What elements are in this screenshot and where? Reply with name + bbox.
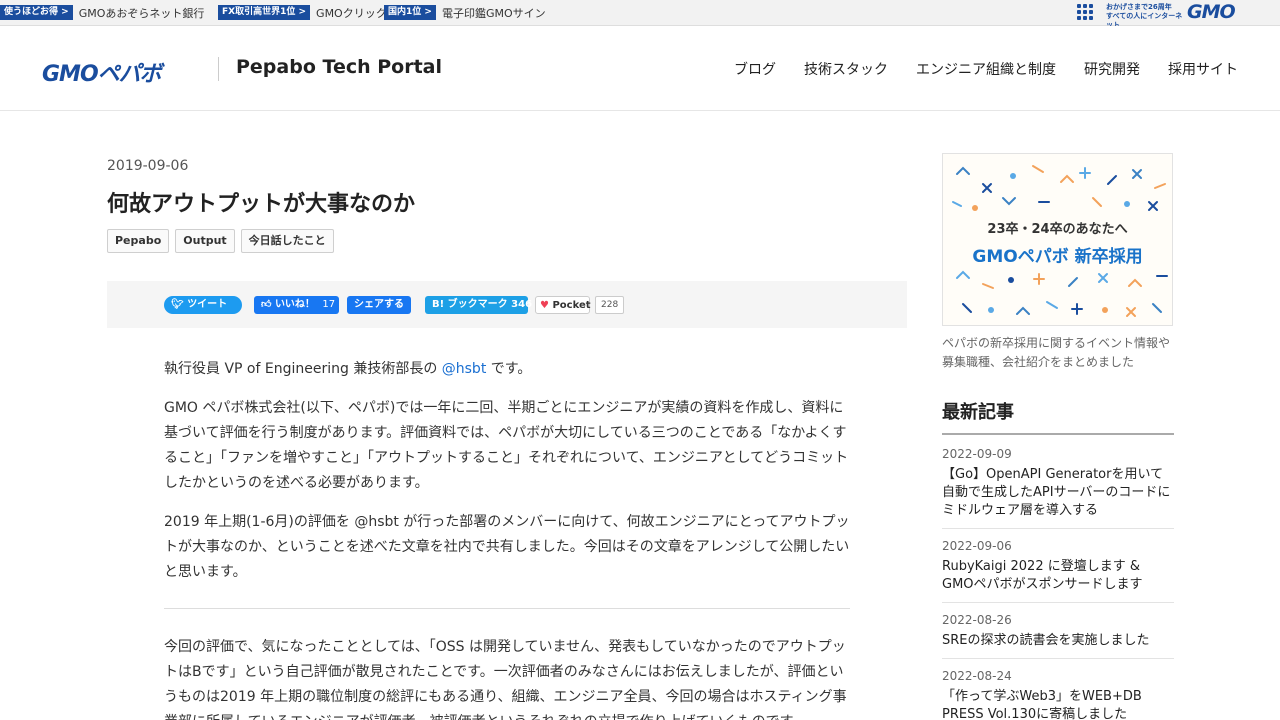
promo-tag: 国内1位 (384, 5, 436, 20)
latest-item-title[interactable]: RubyKaigi 2022 に登壇します & GMOペパボがスポンサードします (942, 558, 1174, 594)
nav-recruit[interactable]: 採用サイト (1168, 59, 1238, 79)
nav-research[interactable]: 研究開発 (1084, 59, 1140, 79)
facebook-like-button[interactable]: 👍︎ いいね！ 17 (254, 296, 339, 314)
pocket-label: Pocket (552, 300, 591, 311)
banner-caption[interactable]: ペパボの新卒採用に関するイベント情報や募集職種、会社紹介をまとめました (942, 334, 1174, 372)
hatena-bookmark-button[interactable]: B! ブックマーク 346 (425, 296, 532, 314)
tag-output[interactable]: Output (175, 229, 235, 253)
tweet-button[interactable]: 🐦︎ ツイート (164, 296, 242, 314)
latest-articles-list: 2022-09-09 【Go】OpenAPI Generatorを用いて自動で生… (942, 437, 1174, 720)
pocket-icon: ♥ (540, 300, 549, 311)
promo-tag: FX取引高世界1位 (218, 5, 311, 20)
logo-divider (218, 57, 219, 81)
thumbs-up-icon: 👍︎ (261, 299, 275, 310)
list-item[interactable]: 2022-09-09 【Go】OpenAPI Generatorを用いて自動で生… (942, 437, 1174, 529)
nav-engineering-org[interactable]: エンジニア組織と制度 (916, 59, 1056, 79)
body-paragraph-2: GMO ペパボ株式会社(以下、ペパボ)では一年に二回、半期ごとにエンジニアが実績… (164, 400, 849, 491)
anniversary-line1: おかげさまで26周年 (1106, 3, 1172, 11)
hatena-count: 346 (511, 299, 533, 310)
promo-name[interactable]: GMOあおぞらネット銀行 (79, 5, 205, 21)
latest-item-title[interactable]: 【Go】OpenAPI Generatorを用いて自動で生成したAPIサーバーの… (942, 466, 1174, 520)
gmo-group-bar: 使うほどお得 GMOあおぞらネット銀行 FX取引高世界1位 GMOクリック証券 … (0, 0, 1280, 29)
pocket-count: 228 (595, 296, 625, 314)
banner-pattern (952, 165, 1168, 317)
hatena-label: B! ブックマーク (432, 299, 508, 310)
article-date: 2019-09-06 (107, 158, 189, 174)
share-bar: 🐦︎ ツイート 👍︎ いいね！ 17 シェアする B! ブックマーク 346 ♥… (107, 281, 907, 328)
promo-tag: 使うほどお得 (0, 5, 73, 20)
like-label: いいね！ (274, 299, 315, 310)
body-paragraph-3: 2019 年上期(1-6月)の評価を @hsbt が行った部署のメンバーに向けて… (164, 514, 850, 580)
like-count: 17 (322, 299, 336, 310)
twitter-bird-icon: 🐦︎ (171, 299, 188, 310)
latest-item-title[interactable]: SREの探求の読書会を実施しました (942, 632, 1174, 650)
pepabo-logo[interactable]: GMOペパボ (42, 56, 162, 88)
portal-title[interactable]: Pepabo Tech Portal (236, 56, 442, 78)
promo-click-securities[interactable]: FX取引高世界1位 GMOクリック証券 (218, 5, 409, 20)
latest-item-date: 2022-09-09 (942, 447, 1012, 461)
list-item[interactable]: 2022-08-24 「作って学ぶWeb3」をWEB+DB PRESS Vol.… (942, 659, 1174, 720)
nav-tech-stack[interactable]: 技術スタック (804, 59, 888, 79)
body-paragraph-4: 今回の評価で、気になったこととしては、「OSS は開発していません、発表もしてい… (164, 639, 847, 720)
intro-suffix: です。 (486, 361, 532, 377)
promo-gmo-sign[interactable]: 国内1位 電子印鑑GMOサイン (384, 5, 546, 20)
recruit-banner[interactable]: 23卒・24卒のあなたへ GMOペパボ 新卒採用 (942, 153, 1173, 326)
tweet-label: ツイート (187, 299, 228, 310)
main-nav: ブログ 技術スタック エンジニア組織と制度 研究開発 採用サイト (734, 59, 1238, 79)
list-item[interactable]: 2022-08-26 SREの探求の読書会を実施しました (942, 603, 1174, 659)
site-header: GMOペパボ Pepabo Tech Portal ブログ 技術スタック エンジ… (0, 26, 1280, 111)
latest-articles-heading: 最新記事 (942, 398, 1174, 435)
intro-paragraph: 執行役員 VP of Engineering 兼技術部長の @hsbt です。 (164, 357, 854, 382)
nav-blog[interactable]: ブログ (734, 59, 776, 79)
latest-item-title[interactable]: 「作って学ぶWeb3」をWEB+DB PRESS Vol.130に寄稿しました (942, 688, 1174, 720)
author-link[interactable]: @hsbt (442, 361, 487, 377)
latest-item-date: 2022-09-06 (942, 539, 1012, 553)
promo-name[interactable]: 電子印鑑GMOサイン (442, 5, 546, 21)
article-tags: Pepabo Output 今日話したこと (107, 229, 334, 253)
gmo-logo[interactable]: GMO (1187, 1, 1236, 23)
banner-tagline: 23卒・24卒のあなたへ (987, 222, 1128, 237)
tag-pepabo[interactable]: Pepabo (107, 229, 170, 253)
banner-headline: GMOペパボ 新卒採用 (972, 247, 1143, 267)
list-item[interactable]: 2022-09-06 RubyKaigi 2022 に登壇します & GMOペパ… (942, 529, 1174, 603)
latest-item-date: 2022-08-24 (942, 669, 1012, 683)
pocket-button[interactable]: ♥ Pocket (535, 296, 591, 314)
tag-talk[interactable]: 今日話したこと (240, 229, 334, 253)
section-divider (164, 608, 850, 609)
facebook-share-button[interactable]: シェアする (347, 296, 411, 314)
intro-prefix: 執行役員 VP of Engineering 兼技術部長の (164, 361, 442, 377)
services-grid-icon[interactable] (1077, 4, 1093, 20)
article-title: 何故アウトプットが大事なのか (107, 192, 416, 217)
latest-item-date: 2022-08-26 (942, 613, 1012, 627)
promo-aozora[interactable]: 使うほどお得 GMOあおぞらネット銀行 (0, 5, 204, 20)
